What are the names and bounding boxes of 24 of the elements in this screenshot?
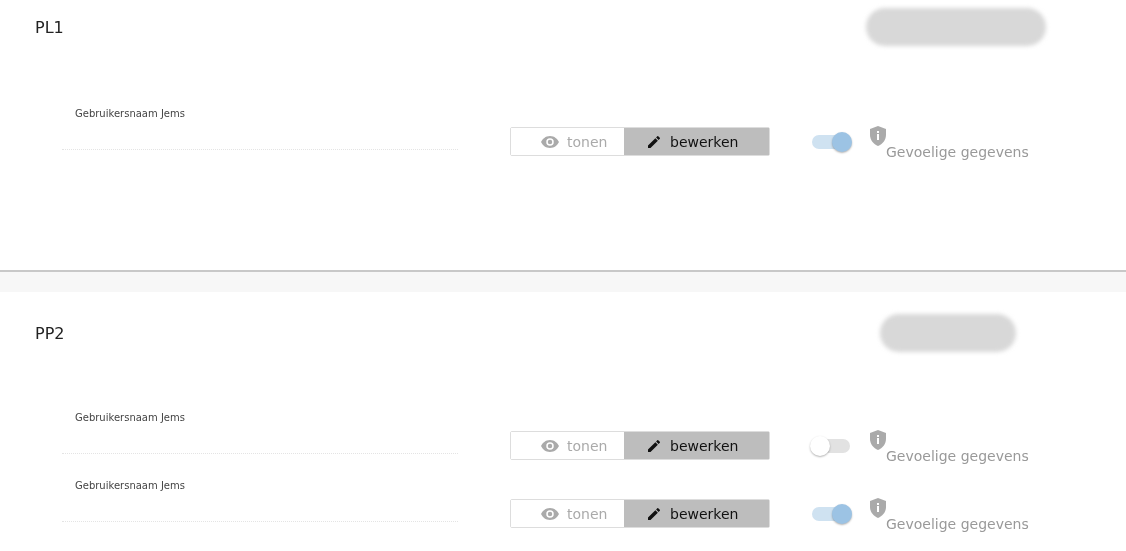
mode-button[interactable]: bewerken [624, 432, 769, 459]
pencil-icon [646, 505, 662, 522]
eye-icon [541, 507, 559, 520]
section-title: PP2 [35, 323, 65, 343]
shield-info-icon [870, 126, 886, 146]
mode-button[interactable]: bewerken [624, 128, 769, 155]
pencil-icon [646, 133, 662, 150]
toggle-switch[interactable] [810, 132, 854, 152]
pencil-icon [646, 437, 662, 454]
sensitive-data-label: Gevoelige gegevens [886, 144, 1029, 160]
sensitive-data-label: Gevoelige gegevens [886, 516, 1029, 532]
shield-info-icon [870, 498, 886, 518]
section-title: PL1 [35, 17, 64, 37]
field-label: Gebruikersnaam Jems [74, 108, 186, 119]
blurred-button[interactable] [866, 8, 1046, 46]
toggle-switch[interactable] [810, 504, 854, 524]
field-label: Gebruikersnaam Jems [74, 412, 186, 423]
eye-icon [541, 135, 559, 148]
mode-button[interactable]: bewerken [624, 500, 769, 527]
shield-info-icon [870, 430, 886, 450]
field-label: Gebruikersnaam Jems [74, 480, 186, 491]
eye-icon [541, 439, 559, 452]
sensitive-data-label: Gevoelige gegevens [886, 448, 1029, 464]
blurred-button[interactable] [880, 314, 1016, 352]
